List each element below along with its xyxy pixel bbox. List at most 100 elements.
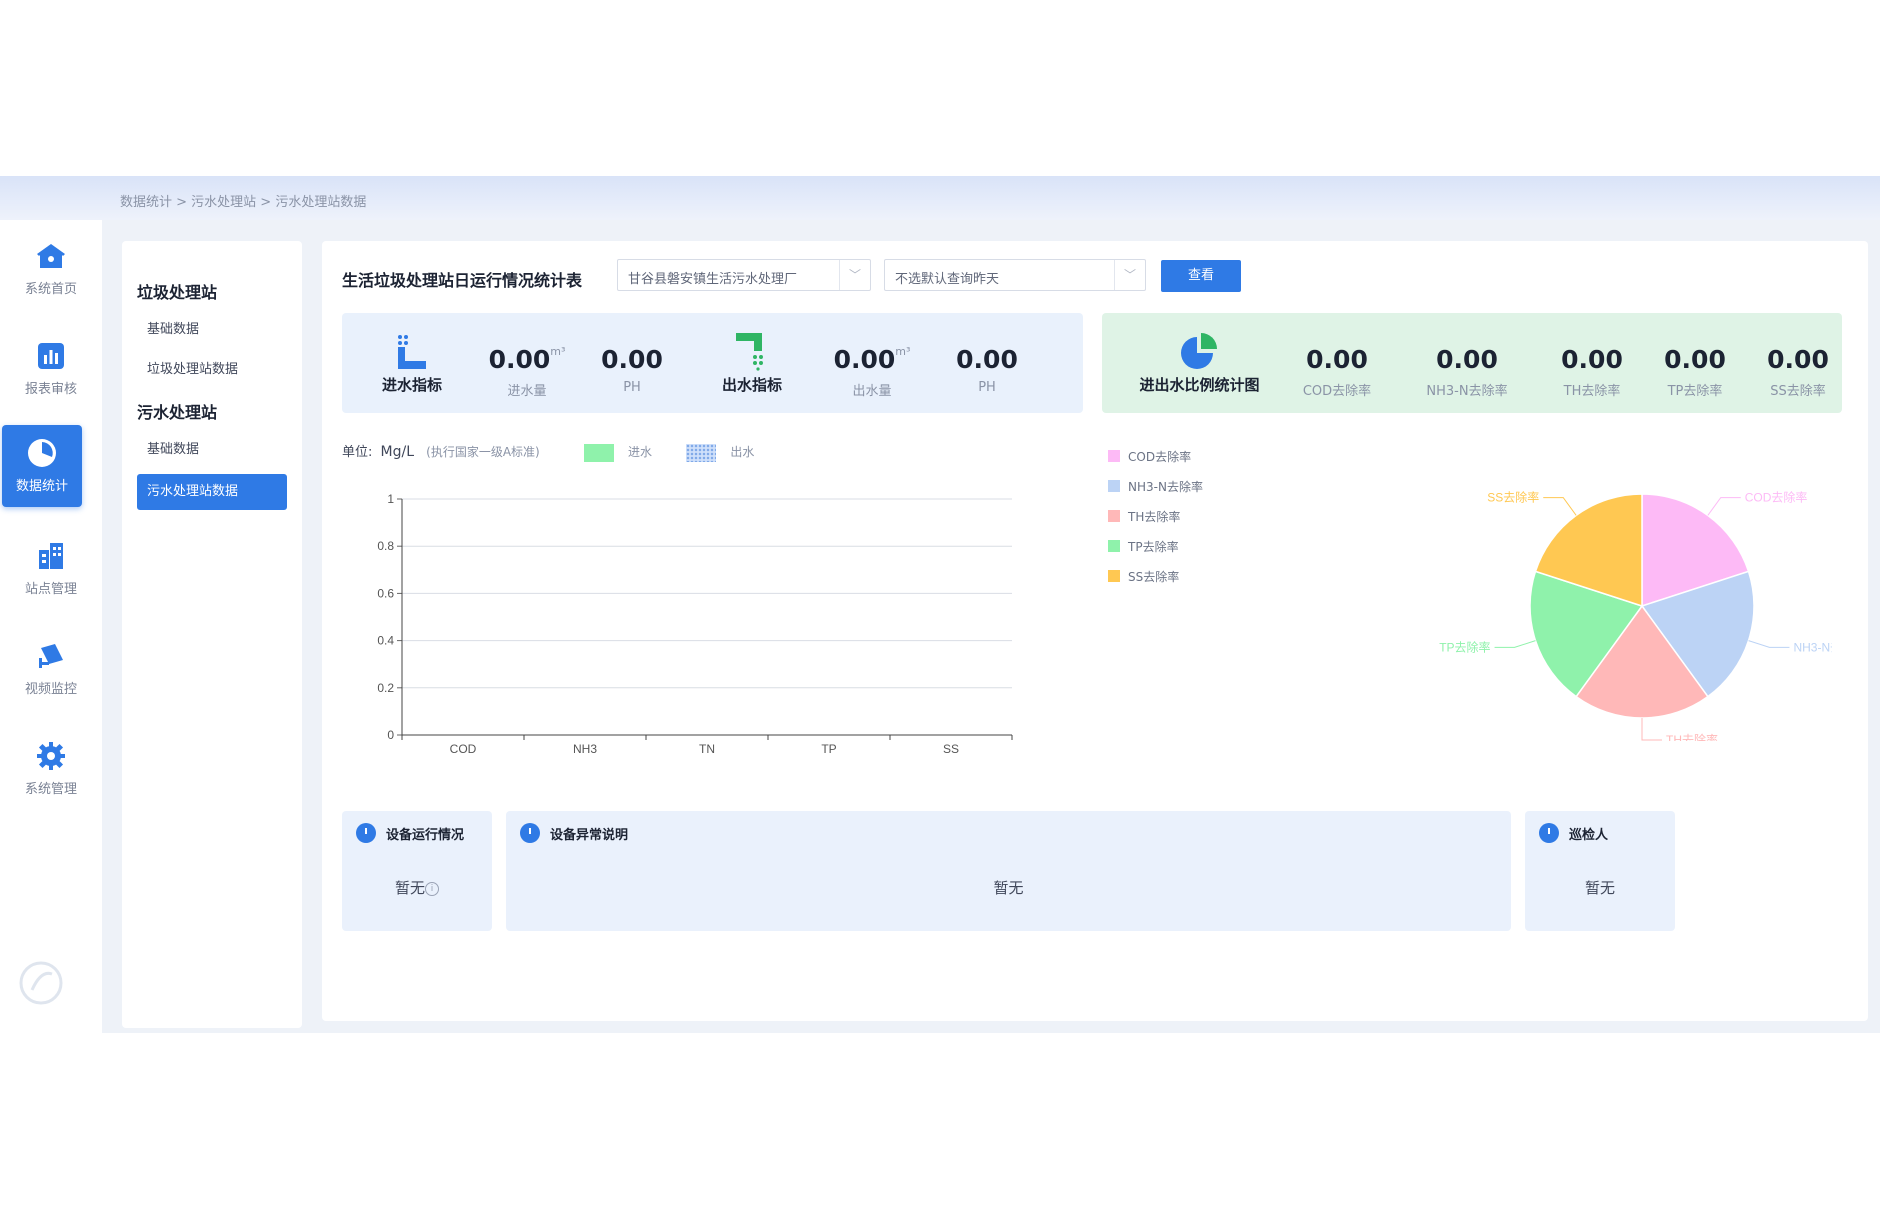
outflow-volume-caption: 出水量: [852, 384, 892, 399]
card-title: 巡检人: [1569, 827, 1609, 843]
logo-icon: [19, 961, 63, 1005]
sidebar-item-sites[interactable]: 站点管理: [0, 530, 102, 610]
sidebar-item-video[interactable]: 视频监控: [0, 630, 102, 710]
home-icon: [37, 244, 65, 268]
inflow-pipe-icon: [398, 335, 426, 369]
pie-slice-label: TP去除率: [1439, 639, 1490, 654]
y-tick-label: 0.2: [377, 681, 394, 695]
breadcrumb-bar: 数据统计 > 污水处理站 > 污水处理站数据: [0, 176, 1880, 220]
chevron-down-icon: ﹀: [1114, 260, 1145, 290]
pie-legend-label: TH去除率: [1128, 509, 1181, 524]
pie-slice-label: TH去除率: [1666, 732, 1718, 741]
legend-swatch-in: [583, 443, 614, 462]
pie-legend-label: NH3-N去除率: [1128, 479, 1203, 494]
pie-legend-label: TP去除率: [1128, 539, 1179, 554]
ratio-panel: 进出水比例统计图 0.00 COD去除率 0.00 NH3-N去除率 0.00 …: [1102, 313, 1842, 413]
inflow-volume-value: 0.00: [488, 345, 551, 374]
legend-swatch-out: [686, 443, 717, 462]
sidebar-item-label: 系统首页: [24, 282, 77, 297]
ratio-caption: NH3-N去除率: [1426, 384, 1508, 399]
sidebar: 系统首页 报表审核 数据统计 站点管理 视频监控 系统管理: [0, 220, 102, 1033]
main-panel: 生活垃圾处理站日运行情况统计表 甘谷县磐安镇生活污水处理厂 ﹀ 不选默认查询昨天…: [322, 241, 1868, 1021]
equipment-status-card: 设备运行情况 暂无 i: [342, 811, 492, 931]
ratio-caption: TP去除率: [1667, 384, 1723, 399]
menu-item-garbage-data[interactable]: 垃圾处理站数据: [147, 358, 238, 377]
x-tick-label: SS: [943, 742, 959, 756]
card-body-text: 暂无: [394, 879, 425, 897]
pie-legend: COD去除率 NH3-N去除率 TH去除率 TP去除率 SS去除率: [1108, 441, 1203, 591]
pie-chart-icon: [1181, 333, 1217, 369]
sidebar-item-label: 数据统计: [15, 479, 68, 494]
x-tick-label: TP: [821, 742, 836, 756]
outflow-ph: 0.00 PH: [942, 345, 1032, 395]
inflow-indicator: 进水指标: [362, 313, 462, 413]
camera-icon: [39, 644, 63, 668]
menu-item-garbage-basic[interactable]: 基础数据: [147, 318, 199, 337]
card-title: 设备运行情况: [386, 827, 465, 843]
legend-label-in: 进水: [628, 445, 653, 459]
outflow-volume: 0.00m³ 出水量: [822, 345, 922, 399]
inspector-card: 巡检人 暂无: [1525, 811, 1675, 931]
pie-legend-item[interactable]: TH去除率: [1108, 501, 1203, 531]
faucet-icon: [736, 333, 763, 371]
flow-indicator-panel: 进水指标 0.00m³ 进水量 0.00 PH 出水指标 0.00m³ 出水量 …: [342, 313, 1083, 413]
pie-legend-label: SS去除率: [1128, 569, 1180, 584]
breadcrumb: 数据统计 > 污水处理站 > 污水处理站数据: [120, 195, 367, 210]
sidebar-item-stats[interactable]: 数据统计: [2, 425, 82, 507]
sidebar-item-label: 系统管理: [24, 782, 77, 797]
ratio-value: 0.00: [1767, 345, 1829, 374]
pie-legend-item[interactable]: NH3-N去除率: [1108, 471, 1203, 501]
ratio-caption: SS去除率: [1770, 384, 1826, 399]
building-icon: [39, 543, 63, 569]
ratio-value: 0.00: [1306, 345, 1368, 374]
menu-group-sewage: 污水处理站: [137, 403, 218, 422]
ratio-item: 0.00 COD去除率: [1282, 345, 1392, 399]
bar-legend: 单位: Mg/L (执行国家一级A标准) 进水 出水: [342, 441, 754, 462]
card-title: 设备异常说明: [550, 827, 629, 843]
pie-chart: COD去除率 NH3-N去除率 TH去除率 TP去除率 SS去除率: [1439, 490, 1832, 741]
ratio-value: 0.00: [1561, 345, 1623, 374]
y-tick-label: 0.8: [377, 539, 394, 553]
sidebar-item-home[interactable]: 系统首页: [0, 230, 102, 310]
y-tick-label: 0.4: [377, 634, 394, 648]
card-body: 暂无 i: [342, 877, 492, 898]
inflow-ph: 0.00 PH: [592, 345, 672, 395]
station-select-value: 甘谷县磐安镇生活污水处理厂: [628, 272, 798, 287]
inflow-volume-unit: m³: [550, 345, 566, 358]
ratio-item: 0.00 TH去除率: [1542, 345, 1642, 399]
menu-item-sewage-data[interactable]: 污水处理站数据: [137, 474, 287, 510]
outflow-ph-value: 0.00: [956, 345, 1018, 374]
date-select[interactable]: 不选默认查询昨天 ﹀: [884, 259, 1146, 291]
pie-label-line: [1707, 497, 1741, 516]
pie-legend-item[interactable]: COD去除率: [1108, 441, 1203, 471]
pie-chart-icon: [28, 439, 56, 467]
inflow-ph-value: 0.00: [601, 345, 663, 374]
ratio-item: 0.00 TP去除率: [1645, 345, 1745, 399]
station-select[interactable]: 甘谷县磐安镇生活污水处理厂 ﹀: [617, 259, 871, 291]
card-header: 设备运行情况: [356, 823, 464, 843]
pie-legend-item[interactable]: SS去除率: [1108, 561, 1203, 591]
unit-value: Mg/L: [380, 444, 415, 460]
query-button[interactable]: 查看: [1161, 260, 1241, 292]
sidebar-item-settings[interactable]: 系统管理: [0, 730, 102, 810]
y-tick-label: 0.6: [377, 586, 394, 600]
sidebar-item-report[interactable]: 报表审核: [0, 330, 102, 410]
pie-legend-swatch: [1108, 540, 1120, 552]
pie-legend-swatch: [1108, 450, 1120, 462]
pie-label-line: [1543, 497, 1577, 516]
chevron-down-icon: ﹀: [839, 260, 870, 290]
info-icon[interactable]: i: [425, 881, 439, 896]
pie-legend-item[interactable]: TP去除率: [1108, 531, 1203, 561]
clock-icon: [356, 823, 376, 843]
sidebar-item-label: 站点管理: [24, 582, 77, 597]
x-tick-label: TN: [699, 742, 715, 756]
clock-icon: [1539, 823, 1559, 843]
gear-icon: [37, 742, 65, 770]
card-body-text: 暂无: [993, 879, 1024, 897]
pie-legend-swatch: [1108, 510, 1120, 522]
inflow-volume-caption: 进水量: [507, 384, 547, 399]
ratio-caption: COD去除率: [1302, 384, 1372, 399]
x-tick-label: NH3: [573, 742, 597, 756]
card-header: 设备异常说明: [520, 823, 628, 843]
menu-item-sewage-basic[interactable]: 基础数据: [147, 438, 199, 457]
